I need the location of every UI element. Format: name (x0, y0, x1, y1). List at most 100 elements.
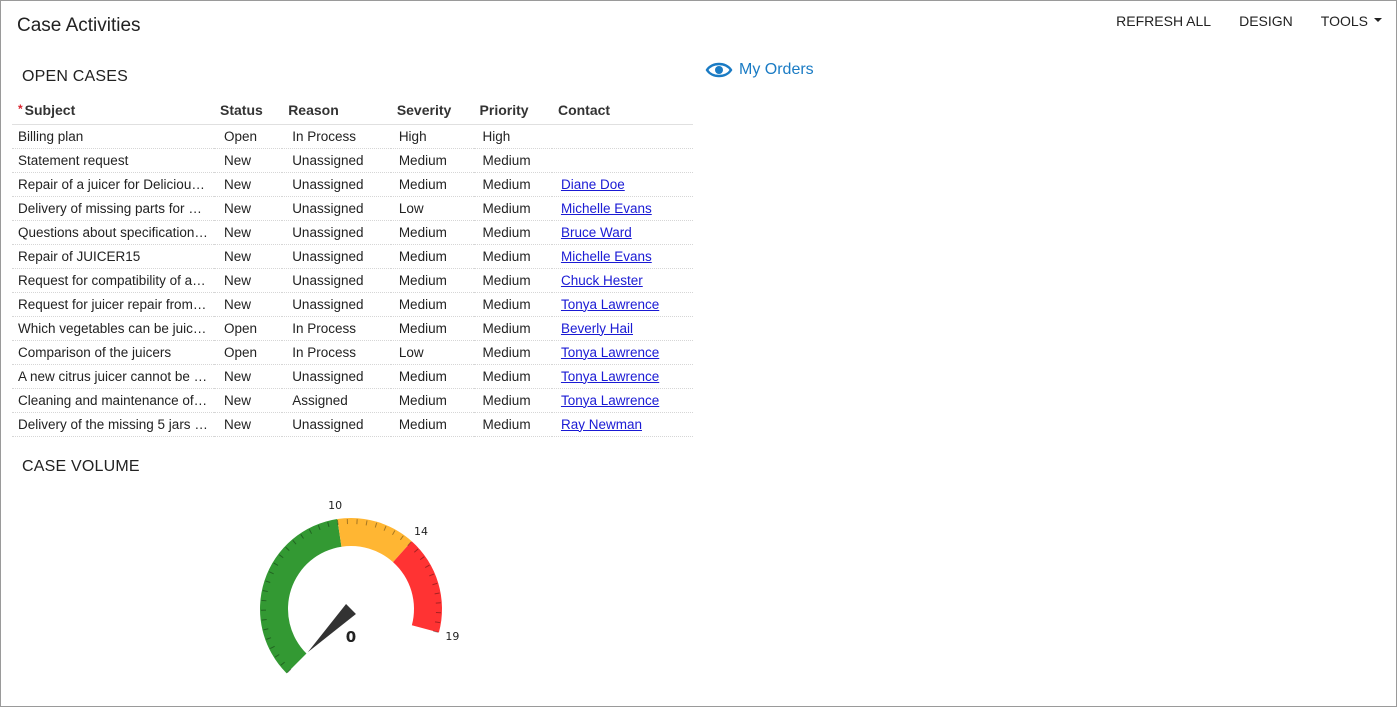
contact-link[interactable]: Ray Newman (561, 417, 642, 432)
cell-reason: Unassigned (282, 244, 391, 269)
cell-subject[interactable]: Request for juicer repair from … (12, 292, 214, 317)
cell-severity: Medium (390, 364, 474, 389)
cell-reason: Unassigned (282, 220, 391, 245)
cell-subject[interactable]: Repair of a juicer for Delicious … (12, 172, 214, 197)
cell-subject[interactable]: Cleaning and maintenance of j… (12, 388, 214, 413)
cell-contact: Ray Newman (551, 412, 693, 437)
column-header-status[interactable]: Status (214, 97, 283, 125)
table-row[interactable]: Delivery of the missing 5 jars o… New Unas… (12, 412, 693, 437)
cell-contact: Beverly Hail (551, 316, 693, 341)
cell-priority: Medium (473, 412, 552, 437)
cell-priority: Medium (473, 340, 552, 365)
cell-status: Open (214, 124, 283, 149)
cell-severity: Medium (390, 268, 474, 293)
contact-link[interactable]: Bruce Ward (561, 225, 632, 240)
gauge-tick-label: 10 (328, 499, 342, 512)
cell-contact: Michelle Evans (551, 196, 693, 221)
contact-link[interactable]: Tonya Lawrence (561, 345, 659, 360)
cell-priority: Medium (473, 148, 552, 173)
table-row[interactable]: Statement request New Unassigned Medium Medi… (12, 148, 693, 173)
toolbar: REFRESH ALL DESIGN TOOLS (1116, 13, 1382, 29)
cell-subject[interactable]: Comparison of the juicers (12, 340, 214, 365)
table-row[interactable]: Comparison of the juicers Open In Process L… (12, 340, 693, 365)
cell-subject[interactable]: Statement request (12, 148, 214, 173)
column-header-severity[interactable]: Severity (390, 97, 474, 125)
table-row[interactable]: Repair of a juicer for Delicious … New Una… (12, 172, 693, 197)
contact-link[interactable]: Chuck Hester (561, 273, 643, 288)
gauge-band (393, 541, 442, 633)
contact-link[interactable]: Tonya Lawrence (561, 393, 659, 408)
required-marker: * (18, 102, 23, 117)
gauge-value: 0 (346, 628, 356, 646)
cell-reason: Unassigned (282, 148, 391, 173)
cell-contact: Tonya Lawrence (551, 292, 693, 317)
cell-reason: Unassigned (282, 364, 391, 389)
design-button[interactable]: DESIGN (1239, 13, 1293, 29)
table-row[interactable]: Delivery of missing parts for JU… New Unas… (12, 196, 693, 221)
cell-status: New (214, 412, 283, 437)
eye-icon (705, 62, 733, 78)
table-row[interactable]: Repair of JUICER15 New Unassigned Medium Med… (12, 244, 693, 269)
case-volume-title: CASE VOLUME (22, 458, 140, 475)
column-header-contact[interactable]: Contact (551, 97, 693, 125)
contact-link[interactable]: Michelle Evans (561, 249, 652, 264)
cell-severity: High (390, 124, 474, 149)
cell-status: New (214, 292, 283, 317)
cell-severity: Medium (390, 412, 474, 437)
cell-subject[interactable]: Request for compatibility of ac… (12, 268, 214, 293)
cell-contact: Bruce Ward (551, 220, 693, 245)
table-header-row: * Subject Status Reason Severity Priority… (12, 97, 693, 125)
cell-subject[interactable]: Questions about specification … (12, 220, 214, 245)
cell-reason: Unassigned (282, 172, 391, 197)
gauge-tick-label: 19 (445, 630, 459, 643)
table-row[interactable]: Which vegetables can be juice… Open In Pro… (12, 316, 693, 341)
cell-status: New (214, 364, 283, 389)
case-volume-gauge: 0 10 14 19 0 (260, 499, 459, 679)
cell-subject[interactable]: Delivery of the missing 5 jars o… (12, 412, 214, 437)
contact-link[interactable]: Beverly Hail (561, 321, 633, 336)
table-row[interactable]: A new citrus juicer cannot be tu… New Unas… (12, 364, 693, 389)
cell-severity: Medium (390, 148, 474, 173)
table-row[interactable]: Cleaning and maintenance of j… New Assigne… (12, 388, 693, 413)
cell-contact: Michelle Evans (551, 244, 693, 269)
cell-reason: In Process (282, 316, 391, 341)
page-title: Case Activities (17, 15, 141, 36)
cell-subject[interactable]: A new citrus juicer cannot be tu… (12, 364, 214, 389)
cell-priority: Medium (473, 364, 552, 389)
cell-reason: Unassigned (282, 268, 391, 293)
refresh-all-button[interactable]: REFRESH ALL (1116, 13, 1211, 29)
column-header-reason[interactable]: Reason (282, 97, 391, 125)
tools-menu-button[interactable]: TOOLS (1321, 13, 1382, 29)
cell-status: New (214, 148, 283, 173)
column-header-label: Subject (24, 102, 76, 119)
cell-subject[interactable]: Repair of JUICER15 (12, 244, 214, 269)
cell-subject[interactable]: Billing plan (12, 124, 214, 149)
contact-link[interactable]: Tonya Lawrence (561, 297, 659, 312)
cell-contact (551, 124, 693, 149)
cell-reason: Assigned (282, 388, 391, 413)
table-row[interactable]: Questions about specification … New Unassi… (12, 220, 693, 245)
cell-status: Open (214, 316, 283, 341)
dashboard-frame: Case Activities REFRESH ALL DESIGN TOOLS… (0, 0, 1397, 707)
column-header-subject[interactable]: * Subject (12, 97, 214, 125)
contact-link[interactable]: Diane Doe (561, 177, 625, 192)
cell-severity: Medium (390, 292, 474, 317)
cell-subject[interactable]: Which vegetables can be juice… (12, 316, 214, 341)
cell-severity: Medium (390, 316, 474, 341)
cases-table-body: Billing plan Open In Process High High Statem… (12, 124, 693, 437)
column-header-priority[interactable]: Priority (473, 97, 552, 125)
cell-severity: Medium (390, 244, 474, 269)
cell-status: Open (214, 340, 283, 365)
my-orders-link[interactable]: My Orders (705, 60, 814, 80)
contact-link[interactable]: Michelle Evans (561, 201, 652, 216)
gauge-tick-label: 14 (414, 525, 428, 538)
cell-subject[interactable]: Delivery of missing parts for JU… (12, 196, 214, 221)
cell-status: New (214, 388, 283, 413)
cell-priority: Medium (473, 196, 552, 221)
table-row[interactable]: Request for juicer repair from … New Unass… (12, 292, 693, 317)
table-row[interactable]: Request for compatibility of ac… New Unass… (12, 268, 693, 293)
cell-priority: Medium (473, 268, 552, 293)
my-orders-label: My Orders (739, 61, 814, 78)
table-row[interactable]: Billing plan Open In Process High High (12, 124, 693, 149)
contact-link[interactable]: Tonya Lawrence (561, 369, 659, 384)
